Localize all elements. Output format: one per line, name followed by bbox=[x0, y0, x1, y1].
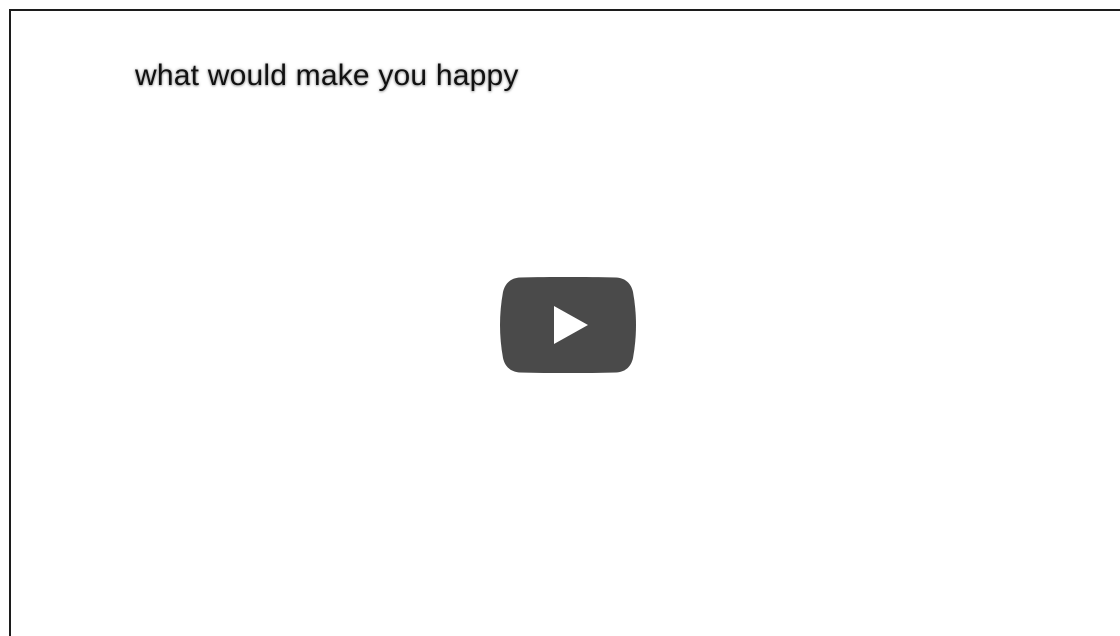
video-title[interactable]: what would make you happy bbox=[135, 59, 519, 93]
play-icon bbox=[500, 277, 636, 373]
page: what would make you happy bbox=[0, 0, 1120, 636]
play-button[interactable] bbox=[500, 277, 636, 373]
video-player[interactable]: what would make you happy bbox=[9, 9, 1120, 636]
